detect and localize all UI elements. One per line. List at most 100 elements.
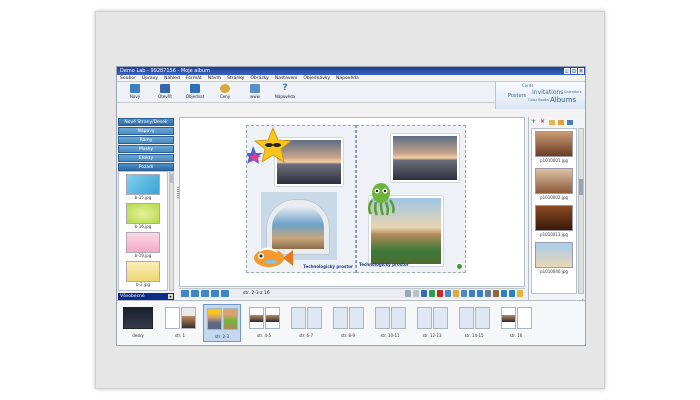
filmstrip-page[interactable]: str. 14-15	[455, 304, 493, 342]
page-navigation-bar: str. 2-3 z 16	[179, 288, 525, 298]
help-button[interactable]: ? Nápověda	[275, 82, 295, 100]
menu-orders[interactable]: Objednávky	[303, 75, 330, 81]
rotate-left-icon[interactable]	[501, 290, 507, 297]
new-button[interactable]: Nový	[125, 82, 145, 99]
web-button[interactable]: www	[245, 82, 265, 99]
filmstrip-page[interactable]: str. 1	[161, 304, 199, 342]
category-frames[interactable]: Rámy	[118, 136, 174, 144]
menu-view[interactable]: Náhled	[164, 75, 180, 81]
delete-icon[interactable]	[437, 290, 443, 297]
open-folder-icon	[160, 84, 170, 93]
filmstrip-page[interactable]: str. 10-11	[371, 304, 409, 342]
open-folder-icon[interactable]	[558, 120, 564, 125]
cut-icon[interactable]	[421, 290, 427, 297]
first-page-icon[interactable]	[181, 290, 189, 297]
filmstrip-page[interactable]: str. 8-9	[329, 304, 367, 342]
last-page-icon[interactable]	[211, 290, 219, 297]
left-page[interactable]: Technologický prostor	[246, 125, 356, 273]
add-page-icon[interactable]	[221, 290, 229, 297]
menu-images[interactable]: Obrázky	[250, 75, 268, 81]
background-thumb[interactable]: b-16.jpg	[119, 201, 167, 230]
background-thumb[interactable]: b-15.jpg	[119, 172, 167, 201]
brand-posters: Posters	[508, 93, 527, 99]
photo-toolbar: + ×	[529, 117, 585, 126]
category-new-pages[interactable]: Nové Strany/Desek	[118, 118, 174, 126]
close-button[interactable]: ×	[578, 68, 584, 74]
category-hints[interactable]: Nápovy	[118, 127, 174, 135]
photo-item[interactable]: p1010002.jpg	[532, 166, 576, 203]
photo-thumbnail	[535, 242, 573, 268]
order-button[interactable]: Objednat	[185, 82, 205, 99]
octopus-clipart-icon[interactable]	[367, 182, 395, 216]
background-thumb[interactable]: b-2.jpg	[119, 259, 167, 288]
menu-settings[interactable]: Nastavení	[275, 75, 298, 81]
fish-clipart-icon[interactable]	[249, 244, 293, 272]
view-icon[interactable]	[567, 120, 573, 125]
background-thumb[interactable]: b-19.jpg	[119, 230, 167, 259]
effects-icon[interactable]	[517, 290, 523, 297]
prev-page-icon[interactable]	[191, 290, 199, 297]
chevron-down-icon[interactable]: ▾	[168, 294, 173, 299]
bring-forward-icon[interactable]	[445, 290, 451, 297]
crop-icon[interactable]	[493, 290, 499, 297]
filmstrip-page[interactable]: str. 12-13	[413, 304, 451, 342]
menu-help[interactable]: Nápověda	[336, 75, 359, 81]
page-indicator: str. 2-3 z 16	[243, 291, 270, 296]
open-button[interactable]: Otevřít	[155, 82, 175, 99]
undo-icon[interactable]	[405, 290, 411, 297]
add-icon[interactable]	[429, 290, 435, 297]
photo-sunset-right[interactable]	[391, 134, 459, 182]
minimize-button[interactable]: _	[564, 68, 570, 74]
filmstrip-page[interactable]: str. 16	[497, 304, 535, 342]
star-clipart-icon[interactable]	[247, 126, 293, 166]
corner-badge-icon	[456, 263, 463, 270]
photo-thumbnail	[535, 168, 573, 194]
prices-button[interactable]: Ceny	[215, 82, 235, 99]
app-window: Demo Lab - 99287156 - Moje album _ □ × S…	[116, 66, 586, 346]
edit-tools	[405, 290, 523, 297]
send-back-icon[interactable]	[453, 290, 459, 297]
zoom-out-icon[interactable]	[477, 290, 483, 297]
filmstrip-page-selected[interactable]: str. 2-3	[203, 304, 241, 342]
right-scrollbar[interactable]	[578, 128, 584, 294]
right-page[interactable]: Technologický prostor	[356, 125, 466, 273]
menu-edit[interactable]: Úpravy	[142, 75, 158, 81]
filmstrip-page[interactable]: str. 6-7	[287, 304, 325, 342]
menu-file[interactable]: Soubor	[120, 75, 136, 81]
maximize-button[interactable]: □	[571, 68, 577, 74]
category-effects[interactable]: Efekty	[118, 154, 174, 162]
scroll-thumb[interactable]	[170, 174, 173, 183]
photo-item[interactable]: p1010013.jpg	[532, 203, 576, 240]
filmstrip-cover[interactable]: desky	[119, 304, 157, 342]
next-page-icon[interactable]	[201, 290, 209, 297]
web-icon	[250, 84, 260, 93]
menu-format[interactable]: Formát	[186, 75, 202, 81]
background-thumbnail-list: b-15.jpg b-16.jpg b-19.jpg b-2.jpg	[118, 171, 168, 291]
menu-pages[interactable]: Stránky	[227, 75, 244, 81]
category-masks[interactable]: Masky	[118, 145, 174, 153]
photo-item[interactable]: p1010040.jpg	[532, 240, 576, 277]
page-footer-text: Technologický prostor	[303, 264, 353, 269]
brand-calendars: Calendars	[564, 90, 582, 94]
add-photo-icon[interactable]: +	[531, 119, 537, 125]
category-backgrounds[interactable]: Pozadí	[118, 163, 174, 171]
align-icon[interactable]	[461, 290, 467, 297]
folder-icon[interactable]	[549, 120, 555, 125]
left-scrollbar[interactable]	[169, 171, 174, 291]
scroll-thumb[interactable]	[579, 179, 583, 195]
fit-icon[interactable]	[485, 290, 491, 297]
album-canvas[interactable]: Technologický prostor Technologický pros…	[179, 117, 525, 287]
photo-thumbnail	[535, 205, 573, 231]
remove-photo-icon[interactable]: ×	[540, 119, 546, 125]
photo-list: p1010001.jpg p1010002.jpg p1010013.jpg p…	[531, 128, 577, 294]
filmstrip-page[interactable]: str. 4-5	[245, 304, 283, 342]
category-select[interactable]: Všeobecné ▾	[118, 293, 174, 300]
zoom-in-icon[interactable]	[469, 290, 475, 297]
page-spine	[356, 125, 357, 273]
page-footer-text: Technologický prostor	[359, 262, 409, 267]
photo-item[interactable]: p1010001.jpg	[532, 129, 576, 166]
rotate-right-icon[interactable]	[509, 290, 515, 297]
redo-icon[interactable]	[413, 290, 419, 297]
background-preview	[126, 261, 160, 282]
menu-design[interactable]: Návrh	[208, 75, 221, 81]
